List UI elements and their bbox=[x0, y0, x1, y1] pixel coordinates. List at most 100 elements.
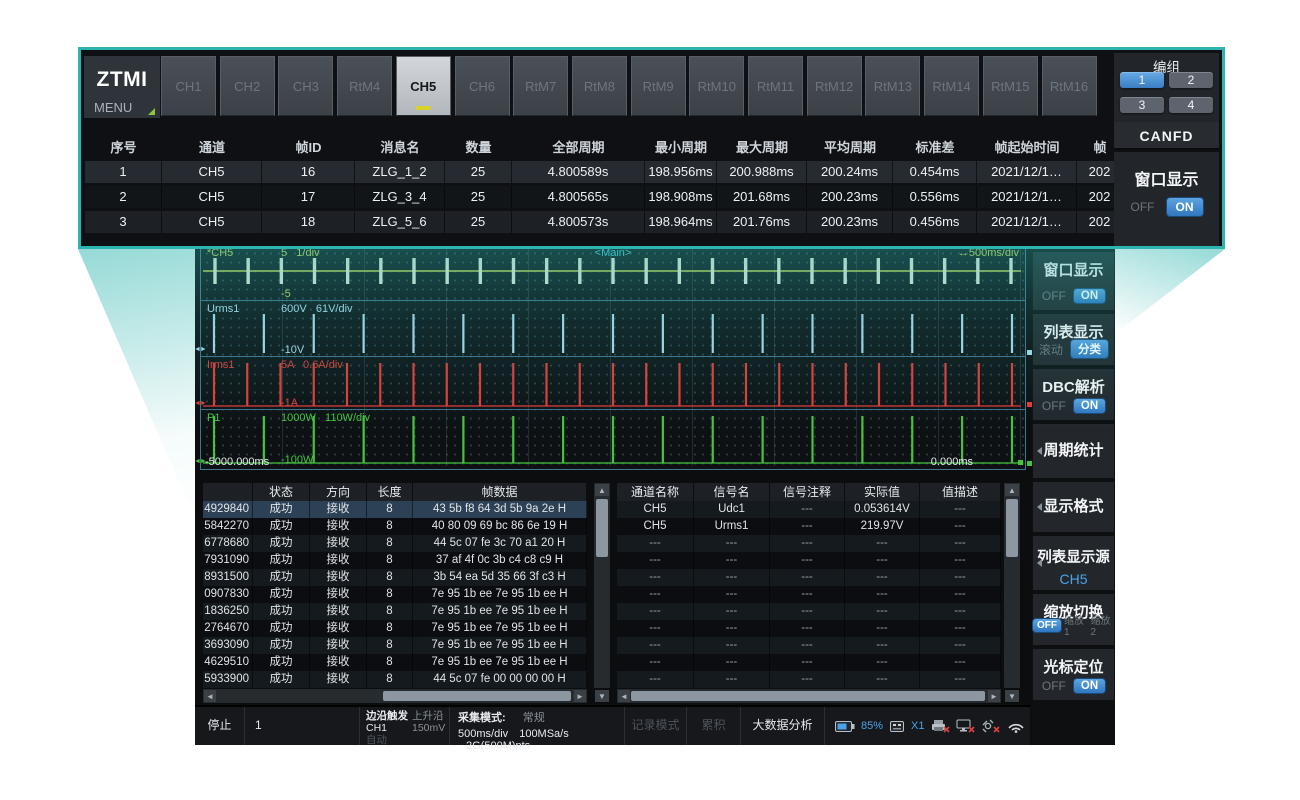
horizontal-scrollbar[interactable]: ◄► bbox=[617, 689, 1001, 703]
table-row[interactable]: 3CH518ZLG_5_6254.800573s198.964ms201.76m… bbox=[85, 211, 1120, 233]
table-cell: 198.964ms bbox=[645, 211, 717, 233]
collapse-arrow-icon[interactable] bbox=[1037, 503, 1042, 511]
option-缩放2[interactable]: 缩放2 bbox=[1091, 612, 1115, 638]
table-row[interactable]: 2CH517ZLG_3_4254.800565s198.908ms201.68m… bbox=[85, 186, 1120, 208]
group-button-1[interactable]: 1 bbox=[1120, 72, 1164, 88]
sidebar-item-list-display[interactable]: 列表显示滚动分类 bbox=[1033, 314, 1114, 365]
collapse-arrow-icon[interactable] bbox=[1037, 447, 1042, 455]
table-row[interactable]: 5842270成功接收840 80 09 69 bc 86 6e 19 H bbox=[203, 518, 587, 535]
table-row[interactable]: 6778680成功接收844 5c 07 fe 3c 70 a1 20 H bbox=[203, 535, 587, 552]
tab-rtm15[interactable]: RtM15 bbox=[983, 56, 1038, 116]
big-data-analysis-label[interactable]: 大数据分析 bbox=[741, 707, 825, 745]
sidebar-item-display-format[interactable]: 显示格式 bbox=[1033, 482, 1114, 532]
tab-rtm7[interactable]: RtM7 bbox=[513, 56, 568, 116]
table-row[interactable]: --------------- bbox=[617, 620, 1001, 637]
scroll-right-icon[interactable]: ► bbox=[574, 690, 586, 702]
table-row[interactable]: 8931500成功接收83b 54 ea 5d 35 66 3f c3 H bbox=[203, 569, 587, 586]
tab-rtm8[interactable]: RtM8 bbox=[572, 56, 627, 116]
sidebar-item-cursor-position[interactable]: 光标定位OFFON bbox=[1033, 649, 1114, 700]
table-row[interactable]: CH5Urms1---219.97V--- bbox=[617, 518, 1001, 535]
tab-rtm13[interactable]: RtM13 bbox=[865, 56, 920, 116]
table-row[interactable]: 0907830成功接收87e 95 1b ee 7e 95 1b ee H bbox=[203, 586, 587, 603]
vertical-scrollbar[interactable]: ▲ bbox=[1004, 483, 1020, 688]
tab-rtm12[interactable]: RtM12 bbox=[807, 56, 862, 116]
table-row[interactable]: 7931090成功接收837 af 4f 0c 3b c4 c8 c9 H bbox=[203, 552, 587, 569]
scrollbar-thumb[interactable] bbox=[631, 691, 985, 701]
table-row[interactable]: 5933900成功接收844 5c 07 fe 00 00 00 00 H bbox=[203, 671, 587, 688]
option-off[interactable]: OFF bbox=[1042, 679, 1066, 693]
table-row[interactable]: --------------- bbox=[617, 654, 1001, 671]
accumulate-label[interactable]: 累积 bbox=[687, 707, 741, 745]
option-on[interactable]: ON bbox=[1074, 399, 1105, 413]
option-缩放1[interactable]: 缩放1 bbox=[1064, 612, 1088, 638]
channel-marker-p1-icon[interactable]: ◄► bbox=[194, 458, 206, 465]
tab-ch3[interactable]: CH3 bbox=[278, 56, 333, 116]
option-off[interactable]: OFF bbox=[1042, 399, 1066, 413]
scroll-left-icon[interactable]: ◄ bbox=[618, 690, 630, 702]
table-row[interactable]: 2764670成功接收87e 95 1b ee 7e 95 1b ee H bbox=[203, 620, 587, 637]
sidebar-item-dbc-decode[interactable]: DBC解析OFFON bbox=[1033, 369, 1114, 420]
usb-count: X1 bbox=[911, 720, 924, 732]
scroll-right-icon[interactable]: ► bbox=[988, 690, 1000, 702]
scrollbar-thumb[interactable] bbox=[1006, 499, 1018, 557]
horizontal-scrollbar[interactable]: ◄► bbox=[203, 689, 587, 703]
tab-ch6[interactable]: CH6 bbox=[455, 56, 510, 116]
table-row[interactable]: --------------- bbox=[617, 671, 1001, 688]
scroll-down-icon[interactable]: ▼ bbox=[595, 690, 609, 702]
tab-ch5[interactable]: CH5 bbox=[396, 56, 451, 116]
sidebar-item-period-stats[interactable]: 周期统计 bbox=[1033, 424, 1114, 478]
tab-rtm11[interactable]: RtM11 bbox=[748, 56, 803, 116]
option-滚动[interactable]: 滚动 bbox=[1039, 341, 1063, 358]
sidebar-item-zoom-switch[interactable]: 缩放切换OFF缩放1缩放2 bbox=[1033, 594, 1114, 645]
menu-button[interactable]: MENU bbox=[94, 100, 132, 115]
option-off[interactable]: OFF bbox=[1033, 619, 1061, 632]
window-display-off[interactable]: OFF bbox=[1131, 200, 1155, 214]
tab-rtm14[interactable]: RtM14 bbox=[924, 56, 979, 116]
table-row[interactable]: --------------- bbox=[617, 603, 1001, 620]
table-row[interactable]: --------------- bbox=[617, 586, 1001, 603]
column-header: 消息名 bbox=[355, 138, 445, 157]
scroll-down-icon[interactable]: ▼ bbox=[1005, 690, 1019, 702]
option-off[interactable]: OFF bbox=[1042, 289, 1066, 303]
scroll-up-icon[interactable]: ▲ bbox=[595, 484, 609, 496]
scroll-left-icon[interactable]: ◄ bbox=[204, 690, 216, 702]
tab-rtm9[interactable]: RtM9 bbox=[631, 56, 686, 116]
table-cell: --- bbox=[845, 586, 920, 603]
scrollbar-thumb[interactable] bbox=[383, 691, 571, 701]
table-row[interactable]: 3693090成功接收87e 95 1b ee 7e 95 1b ee H bbox=[203, 637, 587, 654]
group-button-2[interactable]: 2 bbox=[1169, 72, 1213, 88]
option-on[interactable]: ON bbox=[1074, 679, 1105, 693]
group-button-3[interactable]: 3 bbox=[1120, 97, 1164, 113]
vertical-scrollbar[interactable]: ▲ bbox=[594, 483, 610, 688]
record-mode-label[interactable]: 记录模式 bbox=[625, 707, 687, 745]
collapse-arrow-icon[interactable] bbox=[1037, 559, 1042, 567]
tab-rtm4[interactable]: RtM4 bbox=[337, 56, 392, 116]
table-row[interactable]: 4929840成功接收843 5b f8 64 3d 5b 9a 2e H bbox=[203, 501, 587, 518]
tab-rtm16[interactable]: RtM16 bbox=[1042, 56, 1097, 116]
status-bar: 停止 1 边沿触发 CH1 自动 上升沿 150mV 采集模式: 常规 500m… bbox=[195, 705, 1030, 745]
table-row[interactable]: 1836250成功接收87e 95 1b ee 7e 95 1b ee H bbox=[203, 603, 587, 620]
table-row[interactable]: 4629510成功接收87e 95 1b ee 7e 95 1b ee H bbox=[203, 654, 587, 671]
table-row[interactable]: --------------- bbox=[617, 535, 1001, 552]
scroll-up-icon[interactable]: ▲ bbox=[1005, 484, 1019, 496]
sidebar-item-window-display[interactable]: 窗口显示OFFON bbox=[1033, 252, 1114, 310]
time-start-label: -5000.000ms bbox=[205, 456, 269, 468]
channel-marker-irms-icon[interactable]: ◄► bbox=[194, 400, 206, 407]
table-row[interactable]: CH5Udc1---0.053614V--- bbox=[617, 501, 1001, 518]
table-row[interactable]: --------------- bbox=[617, 552, 1001, 569]
channel-marker-urms-icon[interactable]: ◄► bbox=[194, 346, 206, 353]
option-分类[interactable]: 分类 bbox=[1071, 340, 1108, 358]
table-cell: 8 bbox=[367, 637, 413, 654]
table-row[interactable]: --------------- bbox=[617, 637, 1001, 654]
tab-rtm10[interactable]: RtM10 bbox=[689, 56, 744, 116]
canfd-menu-header[interactable]: CANFD bbox=[1114, 122, 1219, 150]
scrollbar-thumb[interactable] bbox=[596, 499, 608, 557]
option-on[interactable]: ON bbox=[1074, 289, 1105, 303]
table-row[interactable]: 1CH516ZLG_1_2254.800589s198.956ms200.988… bbox=[85, 161, 1120, 183]
sidebar-item-list-source[interactable]: 列表显示源CH5 bbox=[1033, 536, 1114, 590]
table-row[interactable]: --------------- bbox=[617, 569, 1001, 586]
tab-ch1[interactable]: CH1 bbox=[161, 56, 216, 116]
window-display-on[interactable]: ON bbox=[1167, 198, 1203, 216]
group-button-4[interactable]: 4 bbox=[1169, 97, 1213, 113]
tab-ch2[interactable]: CH2 bbox=[220, 56, 275, 116]
